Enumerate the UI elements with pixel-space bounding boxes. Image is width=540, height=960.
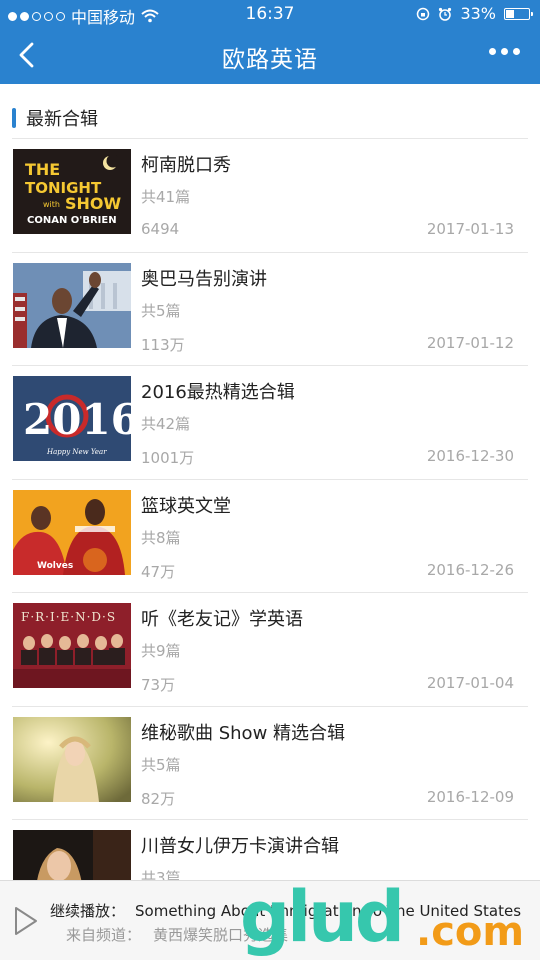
watermark-text: glud — [240, 876, 405, 958]
item-date: 2017-01-04 — [426, 674, 514, 692]
item-thumbnail: 2016 Happy New Year — [13, 376, 131, 461]
item-views: 47万 — [141, 562, 176, 581]
item-views: 1001万 — [141, 449, 195, 467]
item-views: 113万 — [141, 335, 185, 354]
alarm-icon — [439, 7, 452, 21]
collection-list: THE TONIGHT with SHOW CONAN O'BRIEN 柯南脱口… — [12, 139, 528, 934]
section-title: 最新合辑 — [26, 109, 98, 130]
item-date: 2017-01-13 — [426, 220, 514, 238]
item-count: 共41篇 — [141, 188, 191, 206]
item-thumbnail — [13, 716, 131, 802]
item-name: 川普女儿伊万卡演讲合辑 — [141, 836, 339, 857]
battery-icon — [504, 7, 533, 20]
battery-percent: 33% — [460, 4, 496, 23]
list-item[interactable]: 维秘歌曲 Show 精选合辑 共5篇 82万 2016-12-09 — [12, 707, 528, 820]
thumb-text: with — [43, 200, 60, 209]
watermark-suffix: .com — [416, 909, 525, 955]
item-count: 共8篇 — [141, 528, 181, 547]
item-count: 共9篇 — [141, 642, 181, 660]
thumb-text: Happy New Year — [46, 448, 107, 456]
status-right: 33% — [416, 4, 533, 23]
app-header: 中国移动 16:37 33% 欧路英语 — [0, 0, 540, 84]
item-thumbnail: Wolves — [13, 489, 131, 575]
rotation-lock-icon — [417, 7, 430, 20]
item-name: 奥巴马告别演讲 — [141, 268, 267, 290]
from-label: 来自频道： — [66, 926, 142, 944]
thumb-text: 2016 — [23, 395, 131, 444]
section-accent-bar — [12, 108, 16, 128]
item-thumbnail — [13, 262, 131, 348]
list-item[interactable]: Wolves 篮球英文堂 共8篇 47万 2016-12-26 — [12, 480, 528, 593]
nav-bar: 欧路英语 — [0, 28, 540, 84]
item-thumbnail: F·R·I·E·N·D·S — [13, 603, 131, 688]
list-item[interactable]: 奥巴马告别演讲 共5篇 113万 2017-01-12 — [12, 253, 528, 366]
more-button[interactable] — [489, 48, 520, 55]
item-name: 维秘歌曲 Show 精选合辑 — [141, 722, 346, 744]
thumb-text: F·R·I·E·N·D·S — [21, 610, 116, 624]
item-date: 2016-12-26 — [426, 560, 514, 579]
item-date: 2016-12-30 — [426, 447, 514, 465]
list-item[interactable]: F·R·I·E·N·D·S 听《老友记》学英语 共9篇 73万 2017-01-… — [12, 593, 528, 707]
item-name: 篮球英文堂 — [141, 495, 231, 517]
item-views: 82万 — [141, 789, 176, 808]
continue-label: 继续播放： — [50, 902, 126, 920]
item-thumbnail: THE TONIGHT with SHOW CONAN O'BRIEN — [13, 149, 131, 234]
watermark-logo: glud .com — [240, 872, 540, 960]
item-views: 6494 — [141, 220, 180, 238]
play-icon[interactable] — [13, 905, 39, 937]
thumb-text: SHOW — [65, 194, 122, 213]
item-date: 2016-12-09 — [426, 787, 514, 806]
page-title: 欧路英语 — [222, 47, 318, 73]
thumb-text: THE — [25, 160, 60, 179]
item-name: 2016最热精选合辑 — [141, 382, 295, 403]
item-count: 共5篇 — [141, 301, 181, 320]
item-count: 共5篇 — [141, 755, 181, 774]
thumb-text: CONAN O'BRIEN — [27, 215, 117, 226]
status-bar: 中国移动 16:37 33% — [0, 0, 540, 28]
svg-text:Wolves: Wolves — [37, 561, 73, 571]
item-name: 听《老友记》学英语 — [141, 609, 303, 630]
item-date: 2017-01-12 — [426, 333, 514, 352]
item-count: 共42篇 — [141, 415, 191, 433]
item-views: 73万 — [141, 676, 176, 694]
list-item[interactable]: THE TONIGHT with SHOW CONAN O'BRIEN 柯南脱口… — [12, 139, 528, 253]
list-item[interactable]: 2016 Happy New Year 2016最热精选合辑 共42篇 1001… — [12, 366, 528, 480]
section-header: 最新合辑 — [12, 106, 98, 130]
item-name: 柯南脱口秀 — [141, 155, 231, 176]
